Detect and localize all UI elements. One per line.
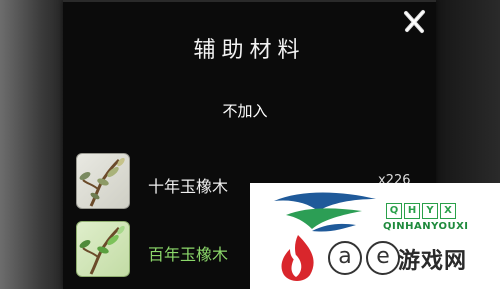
item-name: 百年玉橡木	[148, 245, 229, 264]
brand-letter: X	[440, 203, 456, 219]
brand-letter: Y	[422, 203, 438, 219]
bird-logo-icon	[274, 192, 376, 232]
item-name: 十年玉橡木	[148, 177, 229, 196]
circled-letter: e	[366, 241, 400, 275]
flame-logo-icon	[281, 235, 314, 281]
circled-letter: a	[328, 241, 362, 275]
circled-letters: a e	[328, 241, 400, 275]
dialog-top-border	[63, 0, 436, 2]
background-left	[0, 0, 70, 289]
site-name: 游戏网	[398, 249, 468, 274]
jade-oak-branch-icon	[76, 221, 130, 277]
brand-letters: Q H Y X	[386, 203, 456, 219]
brand-letter: Q	[386, 203, 402, 219]
dialog-title: 辅助材料	[193, 38, 306, 63]
jade-oak-branch-icon	[76, 153, 130, 209]
no-add-option[interactable]: 不加入	[180, 100, 310, 121]
brand-letter: H	[404, 203, 420, 219]
site-watermark: Q H Y X QINHANYOUXI a e 游戏网	[250, 183, 500, 289]
brand-subtitle: QINHANYOUXI	[383, 221, 469, 232]
